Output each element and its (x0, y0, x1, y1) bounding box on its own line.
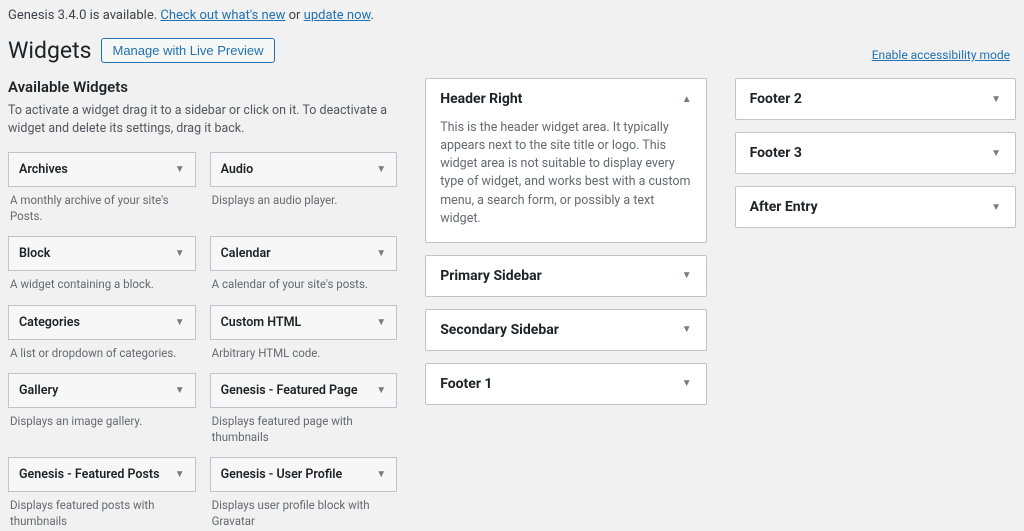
chevron-down-icon: ▼ (376, 469, 386, 480)
widget-item: Block ▼ A widget containing a block. (8, 236, 196, 295)
widget-item: Custom HTML ▼ Arbitrary HTML code. (210, 305, 398, 364)
manage-live-preview-button[interactable]: Manage with Live Preview (101, 38, 274, 63)
widget-head-featured-page[interactable]: Genesis - Featured Page ▼ (210, 373, 398, 408)
page-heading-row: Widgets Manage with Live Preview (8, 37, 1016, 64)
widget-area-primary-sidebar: Primary Sidebar ▼ (425, 255, 706, 297)
widget-title: Genesis - Featured Posts (19, 467, 160, 482)
widget-head-user-profile[interactable]: Genesis - User Profile ▼ (210, 457, 398, 492)
widget-area-footer-1: Footer 1 ▼ (425, 363, 706, 405)
widget-desc: A monthly archive of your site's Posts. (8, 187, 196, 226)
widget-area-title: Footer 3 (750, 145, 802, 161)
widget-area-toggle[interactable]: After Entry ▼ (736, 187, 1015, 227)
widget-item: Calendar ▼ A calendar of your site's pos… (210, 236, 398, 295)
widget-title: Genesis - Featured Page (221, 383, 358, 398)
chevron-up-icon: ▲ (682, 94, 692, 105)
widget-item: Genesis - Featured Page ▼ Displays featu… (210, 373, 398, 447)
widget-area-title: Footer 1 (440, 376, 492, 392)
widget-desc: A list or dropdown of categories. (8, 340, 196, 364)
widget-area-toggle[interactable]: Footer 2 ▼ (736, 79, 1015, 119)
widget-areas-column-2: Footer 2 ▼ Footer 3 ▼ After Entry ▼ (735, 78, 1016, 240)
widget-desc: Displays featured posts with thumbnails (8, 492, 196, 531)
chevron-down-icon: ▼ (376, 385, 386, 396)
widget-title: Gallery (19, 383, 58, 398)
widget-head-archives[interactable]: Archives ▼ (8, 152, 196, 187)
widget-title: Categories (19, 315, 80, 330)
widget-area-title: Primary Sidebar (440, 268, 542, 284)
chevron-down-icon: ▼ (376, 317, 386, 328)
chevron-down-icon: ▼ (175, 248, 185, 259)
widget-area-secondary-sidebar: Secondary Sidebar ▼ (425, 309, 706, 351)
widget-area-title: Footer 2 (750, 91, 802, 107)
widget-head-gallery[interactable]: Gallery ▼ (8, 373, 196, 408)
widget-area-toggle[interactable]: Header Right ▲ (426, 79, 705, 119)
widget-areas-column-1: Header Right ▲ This is the header widget… (425, 78, 706, 417)
widget-item: Gallery ▼ Displays an image gallery. (8, 373, 196, 447)
widget-desc: Displays user profile block with Gravata… (210, 492, 398, 531)
widget-desc: A calendar of your site's posts. (210, 271, 398, 295)
available-widgets-description: To activate a widget drag it to a sideba… (8, 102, 397, 138)
chevron-down-icon: ▼ (991, 94, 1001, 105)
widget-area-toggle[interactable]: Footer 1 ▼ (426, 364, 705, 404)
widget-head-calendar[interactable]: Calendar ▼ (210, 236, 398, 271)
widget-head-categories[interactable]: Categories ▼ (8, 305, 196, 340)
chevron-down-icon: ▼ (682, 270, 692, 281)
chevron-down-icon: ▼ (682, 324, 692, 335)
widget-area-toggle[interactable]: Secondary Sidebar ▼ (426, 310, 705, 350)
widget-desc: Displays an audio player. (210, 187, 398, 211)
widget-item: Categories ▼ A list or dropdown of categ… (8, 305, 196, 364)
widget-desc: Arbitrary HTML code. (210, 340, 398, 364)
notice-text-pre: Genesis 3.4.0 is available. (8, 8, 160, 23)
chevron-down-icon: ▼ (175, 164, 185, 175)
widget-desc: A widget containing a block. (8, 271, 196, 295)
notice-link-whatsnew[interactable]: Check out what's new (160, 8, 285, 23)
widget-item: Genesis - Featured Posts ▼ Displays feat… (8, 457, 196, 531)
widget-area-toggle[interactable]: Primary Sidebar ▼ (426, 256, 705, 296)
notice-text-post: . (370, 8, 373, 23)
available-widgets-column: Available Widgets To activate a widget d… (8, 78, 397, 531)
widget-area-description: This is the header widget area. It typic… (426, 119, 705, 242)
widget-area-title: Header Right (440, 91, 522, 107)
widget-head-featured-posts[interactable]: Genesis - Featured Posts ▼ (8, 457, 196, 492)
widget-title: Archives (19, 162, 68, 177)
widget-area-title: Secondary Sidebar (440, 322, 559, 338)
notice-text-mid: or (285, 8, 303, 23)
widget-area-footer-3: Footer 3 ▼ (735, 132, 1016, 174)
widget-area-header-right: Header Right ▲ This is the header widget… (425, 78, 706, 243)
widget-title: Custom HTML (221, 315, 302, 330)
widget-item: Audio ▼ Displays an audio player. (210, 152, 398, 226)
widget-area-after-entry: After Entry ▼ (735, 186, 1016, 228)
widget-head-audio[interactable]: Audio ▼ (210, 152, 398, 187)
update-notice: Genesis 3.4.0 is available. Check out wh… (8, 0, 1016, 37)
widget-area-title: After Entry (750, 199, 818, 215)
widget-desc: Displays featured page with thumbnails (210, 408, 398, 447)
chevron-down-icon: ▼ (175, 317, 185, 328)
chevron-down-icon: ▼ (175, 385, 185, 396)
widget-item: Archives ▼ A monthly archive of your sit… (8, 152, 196, 226)
accessibility-mode-link[interactable]: Enable accessibility mode (872, 48, 1010, 62)
widget-title: Audio (221, 162, 254, 177)
chevron-down-icon: ▼ (991, 148, 1001, 159)
widget-area-toggle[interactable]: Footer 3 ▼ (736, 133, 1015, 173)
chevron-down-icon: ▼ (175, 469, 185, 480)
page-title: Widgets (8, 37, 91, 64)
chevron-down-icon: ▼ (376, 248, 386, 259)
widget-item: Genesis - User Profile ▼ Displays user p… (210, 457, 398, 531)
widget-area-footer-2: Footer 2 ▼ (735, 78, 1016, 120)
chevron-down-icon: ▼ (376, 164, 386, 175)
chevron-down-icon: ▼ (991, 202, 1001, 213)
widget-desc: Displays an image gallery. (8, 408, 196, 432)
available-widgets-heading: Available Widgets (8, 78, 397, 96)
widget-title: Calendar (221, 246, 271, 261)
widget-title: Block (19, 246, 50, 261)
widget-head-block[interactable]: Block ▼ (8, 236, 196, 271)
widget-head-custom-html[interactable]: Custom HTML ▼ (210, 305, 398, 340)
notice-link-update[interactable]: update now (304, 8, 371, 23)
widget-title: Genesis - User Profile (221, 467, 343, 482)
chevron-down-icon: ▼ (682, 378, 692, 389)
